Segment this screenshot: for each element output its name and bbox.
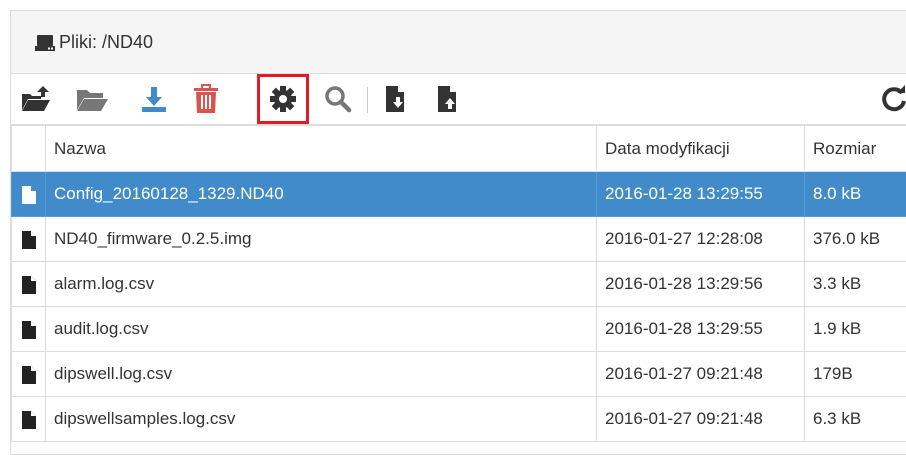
file-icon: [22, 411, 36, 429]
column-header-size[interactable]: Rozmiar: [805, 126, 906, 172]
toolbar: [11, 74, 906, 125]
file-table: Nazwa Data modyfikacji Rozmiar Config_20…: [11, 125, 906, 442]
table-row[interactable]: dipswell.log.csv 2016-01-27 09:21:48 179…: [12, 352, 906, 397]
file-size: 376.0 kB: [805, 217, 906, 262]
column-header-date[interactable]: Data modyfikacji: [597, 126, 805, 172]
icon-column-header: [12, 126, 46, 172]
file-name: alarm.log.csv: [46, 262, 597, 307]
file-date: 2016-01-27 09:21:48: [597, 397, 805, 442]
file-date: 2016-01-28 13:29:55: [597, 172, 805, 217]
file-date: 2016-01-27 12:28:08: [597, 217, 805, 262]
panel-title: Pliki: /ND40: [59, 32, 153, 53]
file-name: dipswellsamples.log.csv: [46, 397, 597, 442]
table-row[interactable]: ND40_firmware_0.2.5.img 2016-01-27 12:28…: [12, 217, 906, 262]
file-name: dipswell.log.csv: [46, 352, 597, 397]
export-file-icon[interactable]: [429, 81, 467, 117]
file-size: 3.3 kB: [805, 262, 906, 307]
column-header-name[interactable]: Nazwa: [46, 126, 597, 172]
file-icon: [22, 186, 36, 204]
upload-folder-icon[interactable]: [17, 81, 55, 117]
search-icon[interactable]: [319, 81, 357, 117]
import-file-icon[interactable]: [377, 81, 415, 117]
file-size: 179B: [805, 352, 906, 397]
file-date: 2016-01-28 13:29:56: [597, 262, 805, 307]
toolbar-divider: [367, 87, 368, 113]
refresh-icon[interactable]: [875, 81, 906, 117]
file-date: 2016-01-28 13:29:55: [597, 307, 805, 352]
table-row[interactable]: dipswellsamples.log.csv 2016-01-27 09:21…: [12, 397, 906, 442]
file-icon: [22, 366, 36, 384]
hdd-icon: [35, 32, 55, 52]
table-row[interactable]: alarm.log.csv 2016-01-28 13:29:56 3.3 kB: [12, 262, 906, 307]
file-icon: [22, 231, 36, 249]
trash-icon[interactable]: [187, 81, 225, 117]
file-size: 8.0 kB: [805, 172, 906, 217]
file-icon: [22, 276, 36, 294]
file-size: 1.9 kB: [805, 307, 906, 352]
file-name: audit.log.csv: [46, 307, 597, 352]
file-name: Config_20160128_1329.ND40: [46, 172, 597, 217]
file-name: ND40_firmware_0.2.5.img: [46, 217, 597, 262]
gear-icon: [270, 86, 296, 112]
table-header-row: Nazwa Data modyfikacji Rozmiar: [12, 126, 906, 172]
open-folder-icon[interactable]: [73, 81, 111, 117]
settings-button[interactable]: [257, 74, 309, 124]
table-row[interactable]: Config_20160128_1329.ND40 2016-01-28 13:…: [12, 172, 906, 217]
download-icon[interactable]: [135, 81, 173, 117]
file-size: 6.3 kB: [805, 397, 906, 442]
file-manager-panel: Pliki: /ND40: [10, 10, 906, 455]
file-date: 2016-01-27 09:21:48: [597, 352, 805, 397]
panel-header: Pliki: /ND40: [11, 11, 906, 74]
table-row[interactable]: audit.log.csv 2016-01-28 13:29:55 1.9 kB: [12, 307, 906, 352]
file-icon: [22, 321, 36, 339]
